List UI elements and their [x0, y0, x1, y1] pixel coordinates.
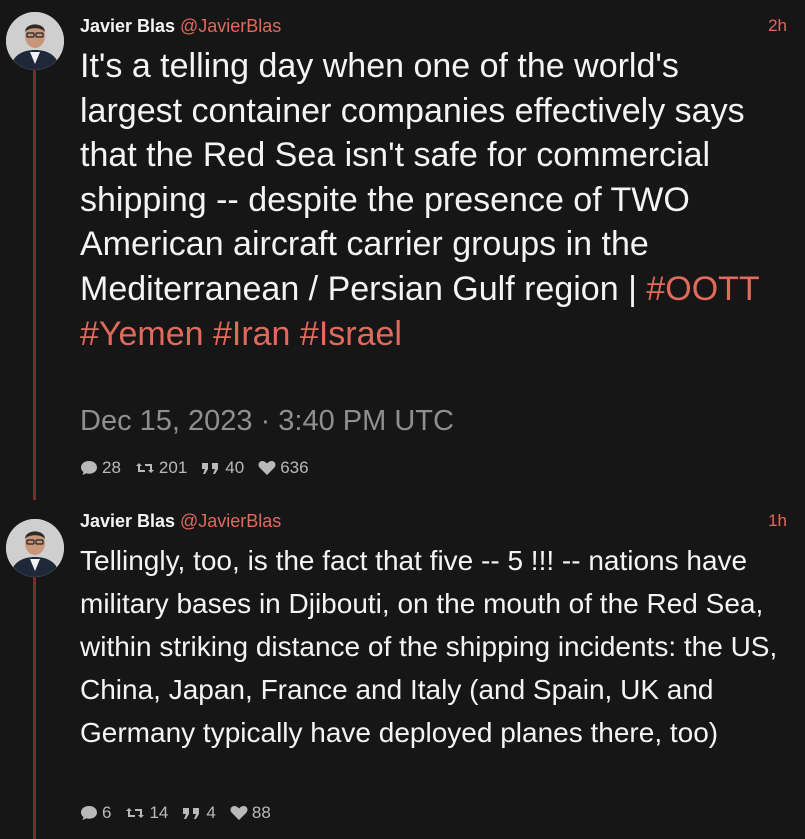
- tweet-text: It's a telling day when one of the world…: [80, 44, 781, 356]
- hashtag-israel[interactable]: #Israel: [300, 315, 402, 353]
- reply-icon: [81, 806, 97, 820]
- hashtag-yemen[interactable]: #Yemen: [80, 315, 204, 353]
- tweet[interactable]: Javier Blas @JavierBlas 1h Tellingly, to…: [0, 505, 805, 839]
- retweet-icon: [126, 808, 145, 818]
- tweet-text-body: It's a telling day when one of the world…: [80, 47, 745, 308]
- tweet-stats: 6 14 4 88: [80, 803, 285, 823]
- text-space: [290, 315, 299, 353]
- timestamp[interactable]: 2h: [768, 16, 787, 36]
- author-handle[interactable]: @JavierBlas: [180, 511, 281, 532]
- quote-count: 40: [225, 458, 245, 477]
- heart-icon: [230, 806, 248, 820]
- quote-stat[interactable]: 40: [201, 458, 244, 478]
- like-stat[interactable]: 636: [258, 458, 309, 478]
- quote-icon: [183, 808, 200, 819]
- avatar[interactable]: [6, 12, 64, 70]
- thread-line: [33, 70, 36, 500]
- tweet[interactable]: Javier Blas @JavierBlas 2h It's a tellin…: [0, 0, 805, 500]
- author-name[interactable]: Javier Blas: [80, 16, 175, 37]
- reply-stat[interactable]: 28: [80, 458, 121, 478]
- reply-stat[interactable]: 6: [80, 803, 111, 823]
- quote-icon: [202, 463, 219, 474]
- author-name[interactable]: Javier Blas: [80, 511, 175, 532]
- retweet-count: 14: [149, 803, 169, 822]
- retweet-icon: [135, 463, 154, 473]
- tweet-stats: 28 201 40 636: [80, 458, 323, 478]
- retweet-count: 201: [158, 458, 188, 477]
- like-count: 636: [280, 458, 309, 477]
- tweet-header: Javier Blas @JavierBlas 2h: [80, 16, 787, 40]
- quote-stat[interactable]: 4: [182, 803, 216, 823]
- text-space: [204, 315, 213, 353]
- timestamp[interactable]: 1h: [768, 511, 787, 531]
- avatar[interactable]: [6, 519, 64, 577]
- retweet-stat[interactable]: 14: [125, 803, 168, 823]
- reply-icon: [81, 461, 97, 475]
- author-handle[interactable]: @JavierBlas: [180, 16, 281, 37]
- tweet-date[interactable]: Dec 15, 2023 · 3:40 PM UTC: [80, 405, 454, 438]
- reply-count: 28: [102, 458, 121, 477]
- tweet-header: Javier Blas @JavierBlas 1h: [80, 511, 787, 535]
- retweet-stat[interactable]: 201: [135, 458, 187, 478]
- quote-count: 4: [206, 803, 216, 822]
- hashtag-oott[interactable]: #OOTT: [646, 270, 759, 308]
- like-count: 88: [251, 803, 271, 822]
- like-stat[interactable]: 88: [230, 803, 271, 823]
- tweet-text: Tellingly, too, is the fact that five --…: [80, 545, 778, 748]
- hashtag-iran[interactable]: #Iran: [213, 315, 291, 353]
- reply-count: 6: [102, 803, 112, 822]
- thread-line: [33, 577, 36, 839]
- heart-icon: [258, 461, 276, 475]
